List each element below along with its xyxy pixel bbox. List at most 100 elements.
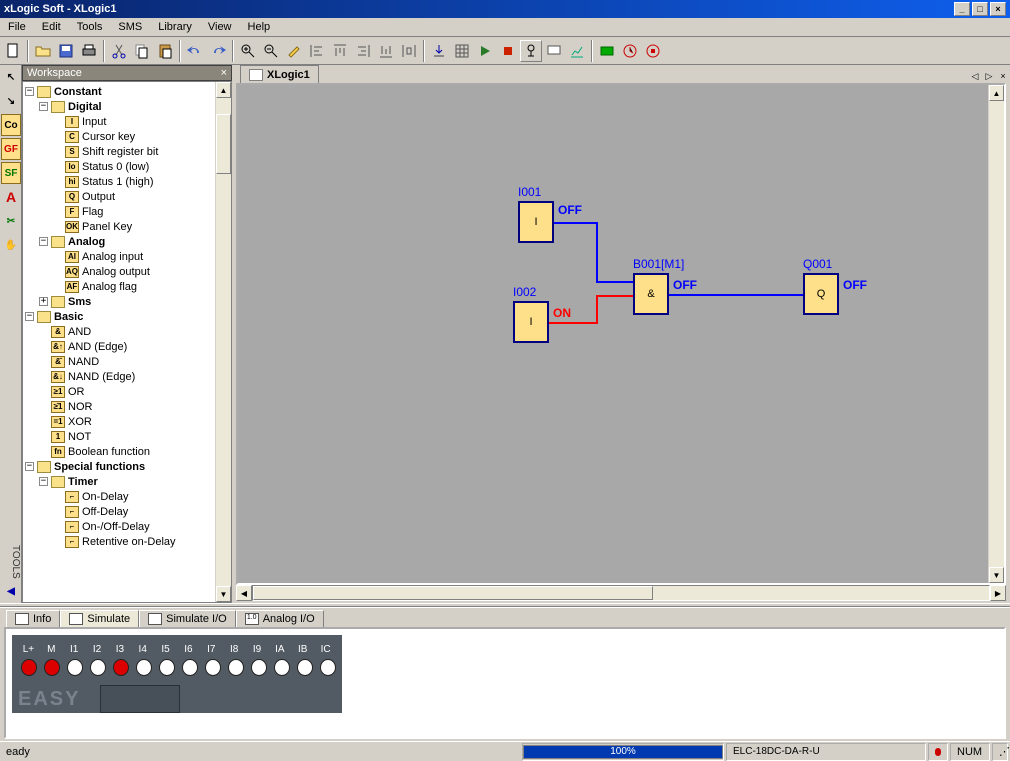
text-tool[interactable]: A	[1, 186, 21, 208]
tree-item[interactable]: &↑AND (Edge)	[25, 339, 213, 354]
tree-item[interactable]: AQAnalog output	[25, 264, 213, 279]
sf-tool[interactable]: SF	[1, 162, 21, 184]
align-top-button[interactable]	[329, 40, 351, 62]
tree-item[interactable]: hiStatus 1 (high)	[25, 174, 213, 189]
block-q001[interactable]: Q	[803, 273, 839, 315]
close-button[interactable]: ×	[990, 2, 1006, 16]
scroll-down-icon[interactable]: ▼	[989, 567, 1004, 583]
tree-item[interactable]: CCursor key	[25, 129, 213, 144]
clock-stop-button[interactable]	[642, 40, 664, 62]
tree-item[interactable]: −Analog	[25, 234, 213, 249]
menu-view[interactable]: View	[200, 19, 240, 35]
menu-help[interactable]: Help	[240, 19, 279, 35]
io-led-IB[interactable]	[297, 659, 313, 676]
maximize-button[interactable]: □	[972, 2, 988, 16]
scroll-thumb[interactable]	[216, 114, 231, 174]
redo-button[interactable]	[207, 40, 229, 62]
tree-item[interactable]: ⌐On-/Off-Delay	[25, 519, 213, 534]
menu-sms[interactable]: SMS	[110, 19, 150, 35]
tree-item[interactable]: QOutput	[25, 189, 213, 204]
io-led-IC[interactable]	[320, 659, 336, 676]
scroll-right-icon[interactable]: ▶	[990, 585, 1006, 601]
cut-wire-tool[interactable]: ✂	[1, 210, 21, 232]
tree-item[interactable]: OKPanel Key	[25, 219, 213, 234]
tree-item[interactable]: +Sms	[25, 294, 213, 309]
menu-edit[interactable]: Edit	[34, 19, 69, 35]
minimize-button[interactable]: _	[954, 2, 970, 16]
workspace-close-icon[interactable]: ×	[221, 67, 227, 79]
zoom-out-button[interactable]	[260, 40, 282, 62]
align-right-button[interactable]	[352, 40, 374, 62]
tree-item[interactable]: AIAnalog input	[25, 249, 213, 264]
canvas-vscroll[interactable]: ▲ ▼	[988, 85, 1004, 583]
io-led-I1[interactable]	[67, 659, 83, 676]
tab-info[interactable]: Info	[6, 610, 60, 628]
tree-item[interactable]: ⌐On-Delay	[25, 489, 213, 504]
menu-library[interactable]: Library	[150, 19, 200, 35]
tree-item[interactable]: ⌐Off-Delay	[25, 504, 213, 519]
scroll-left-icon[interactable]: ◀	[236, 585, 252, 601]
paste-button[interactable]	[154, 40, 176, 62]
tree-item[interactable]: fnBoolean function	[25, 444, 213, 459]
tree-item[interactable]: ≥̄1NOR	[25, 399, 213, 414]
io-led-IA[interactable]	[274, 659, 290, 676]
tree-item[interactable]: &̄NAND	[25, 354, 213, 369]
align-left-button[interactable]	[306, 40, 328, 62]
tree-item[interactable]: −Constant	[25, 84, 213, 99]
tree-scrollbar[interactable]: ▲ ▼	[215, 82, 231, 602]
io-led-I3[interactable]	[113, 659, 129, 676]
tab-close-icon[interactable]: ×	[996, 69, 1010, 83]
tree-item[interactable]: −Timer	[25, 474, 213, 489]
chart-button[interactable]	[566, 40, 588, 62]
gf-tool[interactable]: GF	[1, 138, 21, 160]
tab-simulate[interactable]: Simulate	[60, 610, 139, 628]
io-led-I7[interactable]	[205, 659, 221, 676]
simulate-button[interactable]	[520, 40, 542, 62]
io-led-M[interactable]	[44, 659, 60, 676]
diagram-canvas[interactable]: I001 I OFF I002 I ON B001[M1] & OFF Q001…	[238, 85, 988, 583]
status-resize-grip[interactable]: ⋰	[992, 743, 1008, 761]
tree-item[interactable]: −Basic	[25, 309, 213, 324]
io-led-I4[interactable]	[136, 659, 152, 676]
tab-analog-io[interactable]: 1.0Analog I/O	[236, 610, 324, 628]
tab-simulate-io[interactable]: Simulate I/O	[139, 610, 236, 628]
io-led-I2[interactable]	[90, 659, 106, 676]
copy-button[interactable]	[131, 40, 153, 62]
canvas-hscroll[interactable]	[252, 585, 990, 601]
tree-item[interactable]: −Special functions	[25, 459, 213, 474]
constant-tool[interactable]: Co	[1, 114, 21, 136]
monitor-button[interactable]	[543, 40, 565, 62]
tree-item[interactable]: FFlag	[25, 204, 213, 219]
tree-item[interactable]: loStatus 0 (low)	[25, 159, 213, 174]
cut-button[interactable]	[108, 40, 130, 62]
download-button[interactable]	[428, 40, 450, 62]
align-bottom-button[interactable]	[375, 40, 397, 62]
print-button[interactable]	[78, 40, 100, 62]
tree-item[interactable]: ⌐Retentive on-Delay	[25, 534, 213, 549]
hscroll-thumb[interactable]	[253, 586, 653, 600]
tree-item[interactable]: ≥1OR	[25, 384, 213, 399]
scroll-up-icon[interactable]: ▲	[216, 82, 231, 98]
scroll-up-icon[interactable]: ▲	[989, 85, 1004, 101]
new-button[interactable]	[2, 40, 24, 62]
tree-item[interactable]: =1XOR	[25, 414, 213, 429]
undo-button[interactable]	[184, 40, 206, 62]
tree-item[interactable]: AFAnalog flag	[25, 279, 213, 294]
menu-file[interactable]: File	[0, 19, 34, 35]
tree-item[interactable]: &↓NAND (Edge)	[25, 369, 213, 384]
highlight-button[interactable]	[283, 40, 305, 62]
block-i002[interactable]: I	[513, 301, 549, 343]
io-led-I8[interactable]	[228, 659, 244, 676]
distribute-h-button[interactable]	[398, 40, 420, 62]
scroll-down-icon[interactable]: ▼	[216, 586, 231, 602]
tools-expand[interactable]: ◀	[1, 580, 21, 602]
tree-item[interactable]: &AND	[25, 324, 213, 339]
menu-tools[interactable]: Tools	[69, 19, 111, 35]
io-led-I9[interactable]	[251, 659, 267, 676]
run-button[interactable]	[474, 40, 496, 62]
zoom-in-button[interactable]	[237, 40, 259, 62]
tree-item[interactable]: IInput	[25, 114, 213, 129]
tree-item[interactable]: 1NOT	[25, 429, 213, 444]
grid-button[interactable]	[451, 40, 473, 62]
save-button[interactable]	[55, 40, 77, 62]
